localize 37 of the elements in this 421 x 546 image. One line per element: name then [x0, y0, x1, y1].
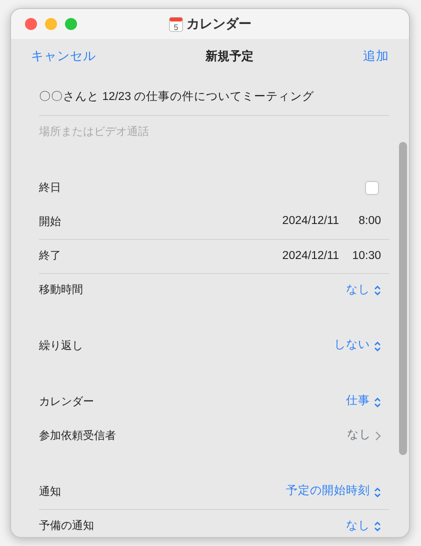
chevron-updown-icon [374, 396, 381, 408]
chevron-right-icon [375, 431, 381, 441]
field-label: 開始 [39, 214, 61, 230]
field-label: 終了 [39, 249, 61, 264]
time-value[interactable]: 8:00 [347, 213, 381, 231]
checkbox[interactable] [365, 181, 379, 195]
popup-button[interactable]: なし [346, 518, 389, 536]
popup-button[interactable]: しない [334, 337, 389, 355]
field-label: カレンダー [39, 394, 94, 410]
add-button[interactable]: 追加 [363, 46, 389, 66]
dialog-title: 新規予定 [206, 48, 254, 65]
field-label: 参加依頼受信者 [39, 428, 116, 444]
popup-button[interactable]: 仕事 [346, 393, 389, 411]
chevron-updown-icon [374, 521, 381, 532]
chevron-updown-icon [374, 340, 381, 352]
field-label: 予備の通知 [39, 518, 94, 534]
chevron-updown-icon [374, 285, 381, 296]
window-title: カレンダー [186, 15, 252, 34]
location-field[interactable]: 場所またはビデオ通話 [39, 124, 389, 141]
field-label: 移動時間 [39, 283, 83, 298]
close-button[interactable] [25, 18, 37, 30]
date-value[interactable]: 2024/12/11 [282, 248, 339, 266]
cancel-button[interactable]: キャンセル [31, 46, 96, 66]
field-label: 繰り返し [39, 338, 83, 354]
chevron-updown-icon [374, 486, 381, 498]
popup-button[interactable]: 予定の開始時刻 [286, 483, 389, 501]
scrollbar[interactable] [399, 142, 407, 455]
date-value[interactable]: 2024/12/11 [282, 213, 339, 231]
zoom-button[interactable] [65, 18, 77, 30]
minimize-button[interactable] [45, 18, 57, 30]
calendar-icon: 5 [168, 16, 182, 32]
event-title-field[interactable]: 〇〇さんと 12/23 の仕事の件についてミーティング [39, 89, 314, 107]
field-label: 終日 [39, 180, 61, 196]
popup-button[interactable]: なし [346, 282, 389, 300]
field-label: 通知 [39, 484, 61, 500]
time-value[interactable]: 10:30 [347, 248, 381, 266]
disclosure-button[interactable]: なし [347, 427, 389, 445]
